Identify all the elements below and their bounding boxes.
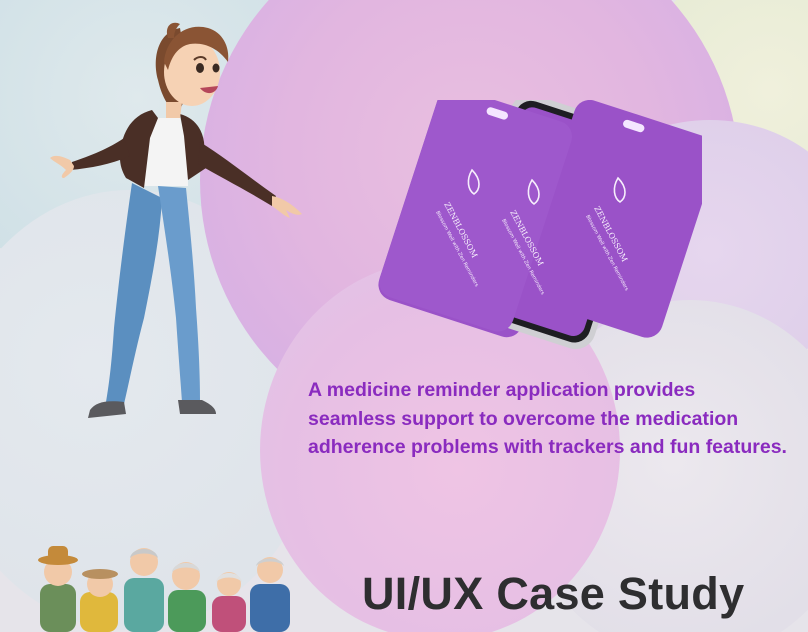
app-description: A medicine reminder application provides… bbox=[308, 379, 787, 458]
woman-character-illustration bbox=[50, 22, 302, 418]
elderly-group-illustration bbox=[38, 546, 290, 632]
phone-mockups-illustration: ZENBLOSSOM Blossom Well with Zen Reminde… bbox=[378, 100, 702, 350]
page-title: UI/UX Case Study bbox=[362, 568, 745, 619]
